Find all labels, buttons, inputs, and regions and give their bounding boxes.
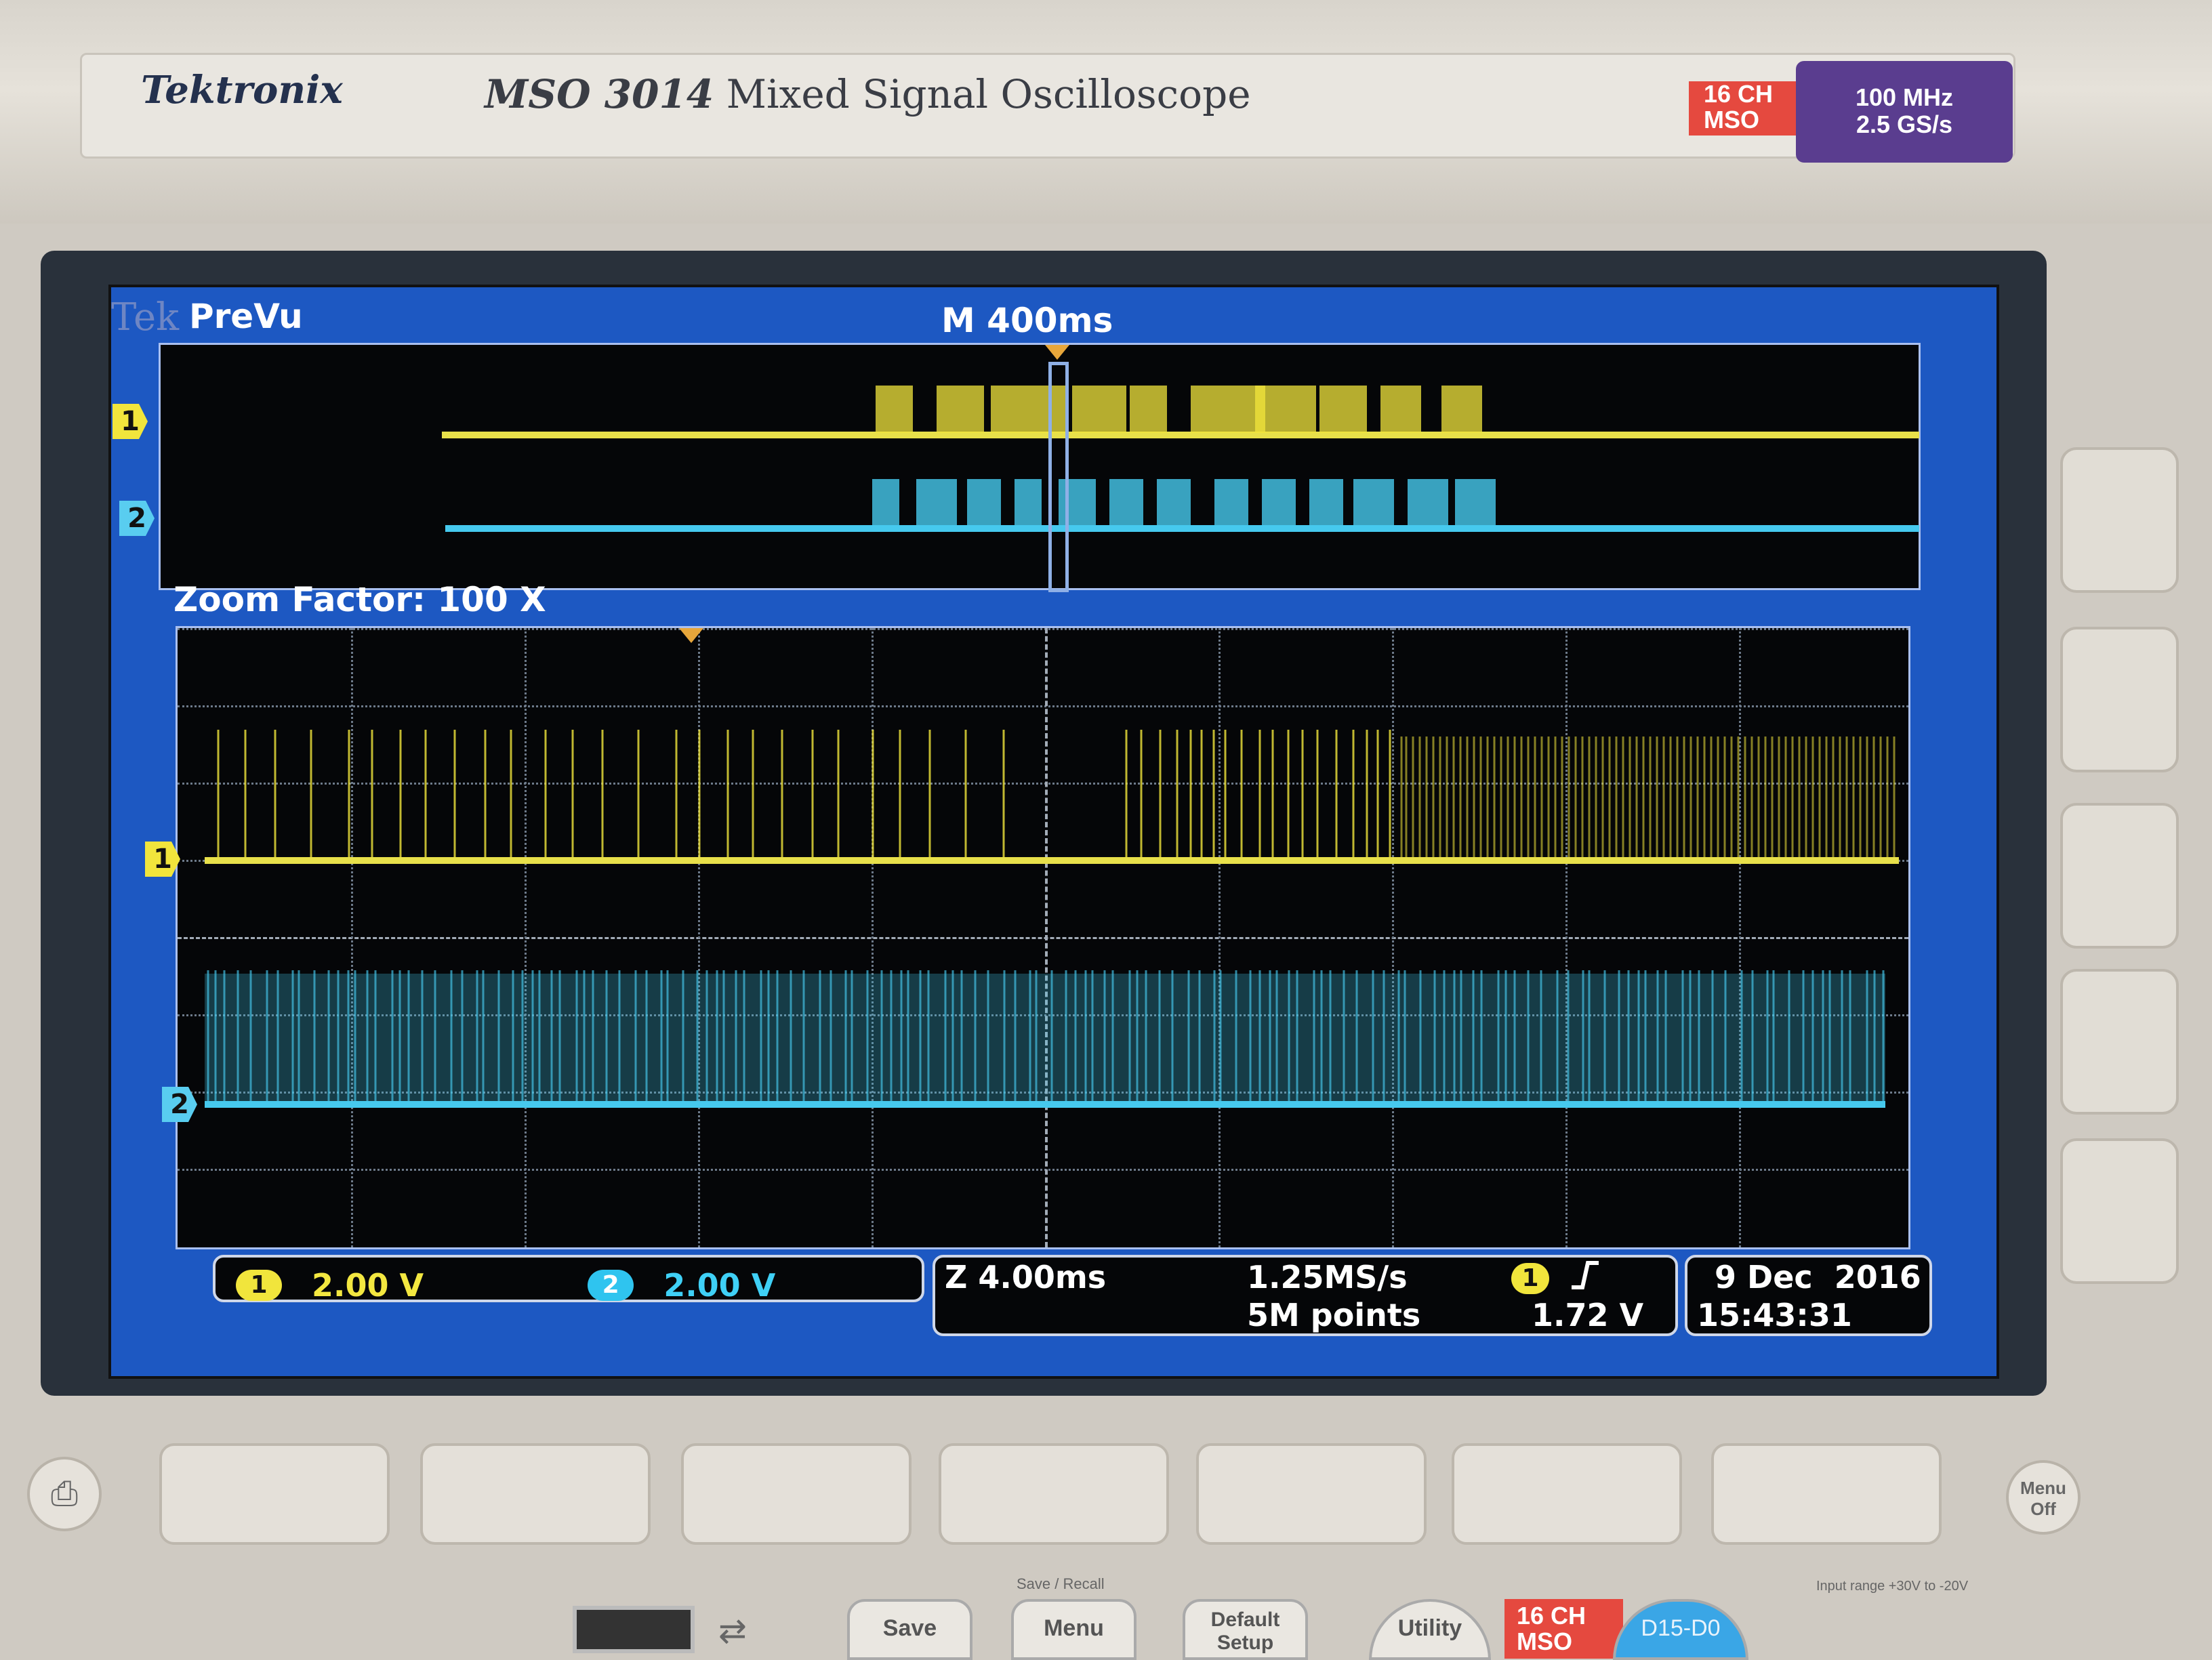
- ch2-overview-burst: [1408, 479, 1448, 525]
- datetime-readout: 9 Dec 2016 15:43:31: [1685, 1255, 1932, 1336]
- ch2-overview-burst: [967, 479, 1001, 525]
- zoom-timebase: Z 4.00ms: [945, 1259, 1107, 1295]
- mso-badge: 16 CH MSO: [1504, 1599, 1623, 1659]
- oscilloscope-screen: Tek PreVu M 400ms 1 2 Zoom Factor: 100 X: [108, 285, 1999, 1379]
- ch1-overview-burst: [937, 386, 984, 433]
- model-description: Mixed Signal Oscilloscope: [726, 71, 1251, 117]
- time: 15:43:31: [1697, 1297, 1852, 1333]
- ch1-overview-burst: [1319, 386, 1367, 433]
- menu-button[interactable]: Menu: [1011, 1599, 1136, 1660]
- overview-waveform-panel: [159, 343, 1921, 592]
- save-button[interactable]: Save: [847, 1599, 972, 1660]
- bottom-menu-button-1[interactable]: [159, 1443, 390, 1545]
- model-title: MSO 3014 Mixed Signal Oscilloscope: [485, 71, 1251, 117]
- default-setup-button[interactable]: Default Setup: [1183, 1599, 1308, 1660]
- ch2-overview-burst: [916, 479, 957, 525]
- spec-sample-rate: 2.5 GS/s: [1856, 110, 1953, 138]
- bottom-menu-button-2[interactable]: [420, 1443, 651, 1545]
- zoom-window-box[interactable]: [1048, 362, 1069, 592]
- record-length: 5M points: [1247, 1297, 1421, 1333]
- ch2-overview-burst: [872, 479, 899, 525]
- ch1-overview-burst: [1380, 386, 1421, 433]
- ch1-overview-burst: [1130, 386, 1167, 433]
- side-menu-button-4[interactable]: [2060, 969, 2179, 1115]
- tek-logo: Tek: [111, 295, 180, 339]
- menu-off-label: Menu Off: [2020, 1478, 2066, 1519]
- print-icon[interactable]: ⎙: [27, 1457, 102, 1531]
- ch2-overview-burst: [1015, 479, 1042, 525]
- menu-off-button[interactable]: Menu Off: [2006, 1460, 2081, 1535]
- ch2-overview-burst: [1262, 479, 1296, 525]
- ch2-overview-burst: [1214, 479, 1248, 525]
- mso-badge-line-2: MSO: [1517, 1627, 1573, 1655]
- ch2-overview-marker: 2: [119, 501, 155, 536]
- ch1-overview-burst: [1191, 386, 1265, 433]
- ch2-badge: 2: [588, 1269, 634, 1301]
- ch2-overview-burst: [1109, 479, 1143, 525]
- ch1-trace: [205, 857, 1899, 864]
- side-menu-button-2[interactable]: [2060, 627, 2179, 772]
- ch1-badge: 1: [236, 1269, 282, 1301]
- bottom-menu-button-6[interactable]: [1452, 1443, 1682, 1545]
- save-recall-label: Save / Recall: [1017, 1575, 1105, 1592]
- ch1-scale: 2.00 V: [312, 1266, 424, 1304]
- model-number: MSO 3014: [485, 71, 714, 117]
- zoom-waveform-svg: [205, 730, 1896, 1102]
- zoom-factor-label: Zoom Factor: 100 X: [173, 580, 546, 619]
- spec-bandwidth: 100 MHz: [1855, 83, 1954, 111]
- overview-burst-svg: [872, 386, 1496, 525]
- usb-port: [573, 1606, 695, 1653]
- side-menu-button-5[interactable]: [2060, 1138, 2179, 1284]
- date: 9 Dec 2016: [1715, 1259, 1921, 1295]
- ch2-overview-burst: [1157, 479, 1191, 525]
- side-menu-button-3[interactable]: [2060, 803, 2179, 949]
- ch2-overview-burst: [1353, 479, 1394, 525]
- utility-button[interactable]: Utility: [1369, 1599, 1491, 1660]
- ch1-overview-burst: [1255, 386, 1316, 433]
- sample-rate: 1.25MS/s: [1247, 1259, 1408, 1295]
- ch1-overview-burst: [1441, 386, 1482, 433]
- ch2-overview-burst: [1455, 479, 1496, 525]
- bottom-menu-button-7[interactable]: [1711, 1443, 1942, 1545]
- zoom-waveform-panel: [176, 626, 1910, 1249]
- rising-edge-icon: [1569, 1258, 1601, 1300]
- usb-icon: ⇄: [718, 1611, 747, 1651]
- ch2-scale: 2.00 V: [663, 1266, 776, 1304]
- input-range-label: Input range +30V to -20V: [1816, 1579, 1969, 1594]
- d15-d0-button[interactable]: D15-D0: [1613, 1599, 1748, 1660]
- trigger-level: 1.72 V: [1532, 1297, 1644, 1333]
- ch2-activity-band: [205, 974, 1885, 1102]
- brand-logo: Tektronix: [141, 68, 343, 112]
- side-menu-button-1[interactable]: [2060, 447, 2179, 593]
- bottom-menu-button-4[interactable]: [939, 1443, 1169, 1545]
- ch1-overview-burst: [1072, 386, 1126, 433]
- bottom-menu-button-5[interactable]: [1196, 1443, 1427, 1545]
- mso-badge-line-1: 16 CH: [1517, 1602, 1586, 1630]
- trigger-source-badge: 1: [1511, 1263, 1549, 1294]
- mode-label: PreVu: [189, 297, 303, 336]
- ch2-trace: [205, 1101, 1885, 1108]
- vertical-scale-readout: 1 2.00 V 2 2.00 V: [213, 1255, 924, 1304]
- ch1-overview-marker: 1: [112, 404, 148, 439]
- bottom-menu-button-3[interactable]: [681, 1443, 912, 1545]
- main-timebase: M 400ms: [941, 301, 1113, 340]
- horizontal-trigger-readout: Z 4.00ms 1.25MS/s 5M points 1 1.72 V: [933, 1255, 1678, 1336]
- spec-badge: 100 MHz 2.5 GS/s: [1796, 61, 2013, 163]
- ch1-overview-burst: [876, 386, 913, 433]
- ch2-overview-burst: [1309, 479, 1343, 525]
